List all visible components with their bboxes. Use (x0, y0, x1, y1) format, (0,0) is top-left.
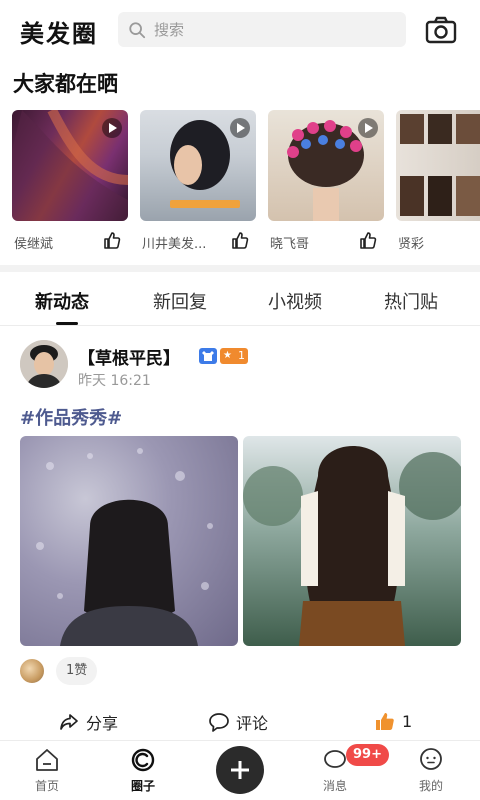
feed-tabs: 新动态 新回复 小视频 热门贴 (0, 272, 480, 326)
nav-circle-label: 圈子 (130, 779, 155, 793)
nav-mine-label: 我的 (418, 779, 443, 793)
home-icon (36, 749, 58, 771)
tab-hot-posts[interactable]: 热门贴 (384, 288, 438, 314)
play-icon (230, 118, 250, 138)
tab-new-posts[interactable]: 新动态 (35, 288, 89, 314)
post-image[interactable] (20, 436, 238, 646)
share-icon (60, 714, 78, 730)
likes-count[interactable]: 1赞 (56, 657, 98, 685)
message-count-badge: 99+ (346, 744, 389, 766)
video-card[interactable]: 晓飞哥 (268, 110, 384, 257)
post-time: 昨天 16:21 (78, 373, 151, 389)
video-card[interactable]: 贤彩 (396, 110, 480, 257)
video-thumbnail[interactable] (268, 110, 384, 221)
comment-icon (209, 713, 229, 732)
video-author: 晓飞哥 (270, 237, 310, 252)
nav-circle[interactable]: 圈子 (113, 747, 173, 794)
video-author: 侯继斌 (14, 237, 54, 252)
long-curly-hair-image (243, 446, 461, 646)
likers-row[interactable]: 1赞 (18, 657, 98, 685)
post-username[interactable]: 【草根平民】 (78, 344, 180, 369)
video-carousel[interactable]: 侯继斌 川井美发... 晓飞哥 贤彩 (12, 110, 480, 260)
video-card[interactable]: 侯继斌 (12, 110, 128, 257)
vip-badge-icon (199, 348, 217, 364)
play-icon (102, 118, 122, 138)
thumbs-up-icon[interactable] (230, 230, 250, 250)
thumbs-up-icon[interactable] (358, 230, 378, 250)
nav-home[interactable]: 首页 (17, 747, 77, 794)
user-photo (20, 340, 68, 388)
camera-icon[interactable] (425, 14, 457, 46)
search-input[interactable]: 搜索 (118, 12, 406, 47)
hair-back-view-image (36, 448, 213, 646)
post-image[interactable] (243, 436, 461, 646)
nav-messages-label: 消息 (322, 779, 347, 793)
app-logo: 美发圈 (20, 20, 98, 48)
comment-button[interactable]: 评论 (208, 710, 268, 734)
tab-short-videos[interactable]: 小视频 (268, 288, 322, 314)
nav-home-label: 首页 (34, 779, 59, 793)
nav-mine[interactable]: 我的 (401, 747, 461, 794)
like-button[interactable]: 1 (374, 710, 412, 732)
thumbs-up-icon (376, 713, 394, 730)
search-placeholder: 搜索 (154, 21, 185, 39)
comment-label: 评论 (236, 714, 269, 733)
section-title: 大家都在晒 (13, 72, 118, 96)
section-divider (0, 265, 480, 272)
play-icon (358, 118, 378, 138)
tab-new-replies[interactable]: 新回复 (153, 288, 207, 314)
post-hashtag[interactable]: #作品秀秀# (20, 404, 122, 430)
circle-icon (131, 748, 155, 772)
liker-avatar[interactable] (18, 657, 46, 685)
video-author: 川井美发... (142, 237, 207, 252)
video-thumbnail[interactable] (140, 110, 256, 221)
level-badge: 1 (220, 348, 248, 364)
post-actions: 分享 评论 1 (0, 706, 480, 738)
create-post-button[interactable] (216, 746, 264, 794)
share-button[interactable]: 分享 (58, 710, 118, 734)
avatar[interactable] (20, 340, 68, 388)
video-thumbnail[interactable] (396, 110, 480, 221)
like-count: 1 (402, 711, 413, 731)
top-bar: 美发圈 搜索 (0, 0, 480, 62)
thumbs-up-icon[interactable] (102, 230, 122, 250)
active-tab-indicator (56, 322, 78, 325)
video-author: 贤彩 (398, 237, 425, 252)
search-icon (129, 21, 146, 38)
video-thumbnail[interactable] (12, 110, 128, 221)
profile-icon (420, 748, 442, 770)
hairstyle-collage-image (400, 114, 480, 216)
share-label: 分享 (86, 714, 119, 733)
video-card[interactable]: 川井美发... (140, 110, 256, 257)
message-icon (324, 750, 346, 768)
